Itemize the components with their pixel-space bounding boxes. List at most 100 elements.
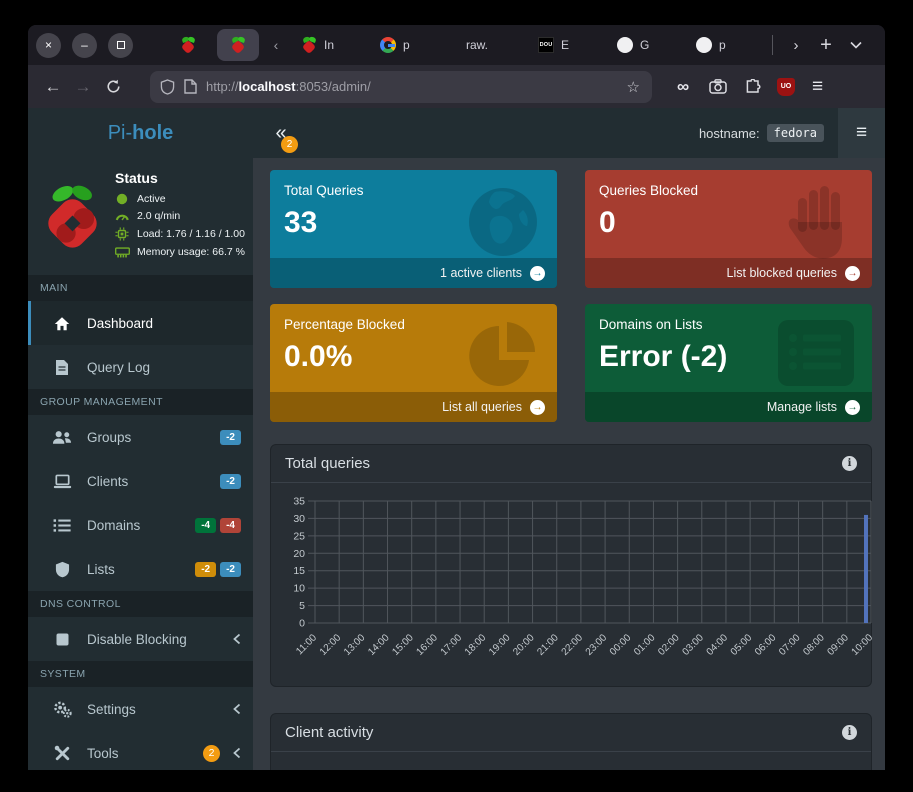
url-bar[interactable]: http://localhost:8053/admin/ ☆ [150,71,652,103]
tab-title: raw. [466,38,488,52]
svg-text:10: 10 [293,583,305,595]
firefox-menu-icon[interactable]: ≡ [812,76,823,98]
tab-title: p [403,38,410,52]
browser-tab[interactable]: In [289,29,368,61]
svg-text:09:00: 09:00 [825,632,851,658]
back-button[interactable]: ← [38,72,68,102]
sidebar-item-dashboard[interactable]: Dashboard [28,301,253,345]
tab-list: ‹ In p raw. DOUE Gp [171,29,763,61]
chevron-left-icon [232,633,241,645]
pihole-logo-text[interactable]: Pi-hole [28,108,253,158]
tab-title: G [640,38,649,52]
list-all-tabs-icon[interactable] [841,30,871,60]
browser-tab[interactable]: DOUE [526,29,605,61]
svg-text:22:00: 22:00 [560,632,586,658]
new-tab-button[interactable]: + [811,30,841,60]
header-menu-button[interactable]: ≡ [838,108,885,158]
list-icon [776,318,856,388]
info-icon[interactable]: i [842,725,857,740]
panel-title: Client activity [285,724,373,741]
svg-text:30: 30 [293,513,305,525]
sidebar-item-domains[interactable]: Domains-4-4 [28,503,253,547]
github-favicon-icon [696,37,712,53]
card-footer-label: List all queries [442,400,522,414]
sidebar-item-label: Settings [87,702,136,717]
active-tab-pihole[interactable] [217,29,259,61]
count-badge: -2 [220,430,241,445]
count-badge: -2 [220,562,241,577]
summary-card-queries-blocked: Queries Blocked0List blocked queries→ [585,170,872,288]
mask-extension-icon[interactable]: ∞ [672,76,694,98]
sidebar: Status Active2.0 q/minLoad: 1.76 / 1.16 … [28,158,253,770]
card-footer-link[interactable]: List all queries → [270,392,557,422]
tab-strip-actions: › + [772,30,871,60]
hostname-display: hostname: fedora [699,124,824,142]
scroll-tabs-right-icon[interactable]: › [781,30,811,60]
scroll-tabs-left-icon[interactable]: ‹ [263,37,289,53]
header-right: « 2 hostname: fedora ≡ [253,108,885,158]
reload-button[interactable] [98,72,128,102]
screenshot-camera-icon[interactable] [707,76,729,98]
extensions-puzzle-icon[interactable] [742,76,764,98]
sidebar-section-header: GROUP MANAGEMENT [28,389,253,415]
minimize-button[interactable]: – [72,33,97,58]
ublock-origin-icon[interactable]: UO [777,78,795,96]
svg-text:12:00: 12:00 [318,632,344,658]
sidebar-item-clients[interactable]: Clients-2 [28,459,253,503]
card-footer-link[interactable]: 1 active clients→ [270,258,557,288]
page-info-icon[interactable] [184,79,197,94]
summary-card-percentage-blocked: Percentage Blocked0.0%List all queries→ [270,304,557,422]
pihole-header: Pi-hole « 2 hostname: fedora ≡ [28,108,885,158]
pie-chart-icon [465,318,541,394]
browser-tab[interactable]: G [605,29,684,61]
gauge-icon [115,210,129,222]
arrow-circle-icon: → [845,400,860,415]
sidebar-item-groups[interactable]: Groups-2 [28,415,253,459]
status-item: Active [115,193,245,205]
svg-text:01:00: 01:00 [632,632,658,658]
notification-badge: 2 [203,745,220,762]
card-footer-link[interactable]: List blocked queries→ [585,258,872,288]
card-footer-link[interactable]: Manage lists→ [585,392,872,422]
count-badge: -2 [195,562,216,577]
maximize-button[interactable] [108,33,133,58]
toolbar-extensions: ∞ UO ≡ [672,76,823,98]
svg-text:04:00: 04:00 [705,632,731,658]
bookmark-star-icon[interactable]: ☆ [623,78,644,96]
info-icon[interactable]: i [842,456,857,471]
status-text: Memory usage: 66.7 % [137,246,245,258]
status-item: 2.0 q/min [115,210,245,222]
close-button[interactable]: × [36,33,61,58]
svg-text:17:00: 17:00 [439,632,465,658]
tracking-shield-icon[interactable] [160,79,175,95]
total-queries-chart[interactable]: 0510152025303511:0012:0013:0014:0015:001… [281,489,881,677]
svg-text:35: 35 [293,496,305,508]
tab-bar: × – ‹ In p raw. DOUE Gp › + [28,25,885,65]
svg-text:18:00: 18:00 [463,632,489,658]
memory-icon [115,247,130,258]
cpu-icon [115,227,129,241]
pihole-raspberry-logo [42,175,103,259]
browser-tab[interactable]: raw. [447,29,526,61]
sidebar-item-disable-blocking[interactable]: Disable Blocking [28,617,253,661]
status-dot-icon [116,193,128,205]
forward-button[interactable]: → [68,72,98,102]
sidebar-item-label: Dashboard [87,316,153,331]
pinned-tab-pihole[interactable] [171,37,205,53]
browser-tab[interactable]: p [684,29,763,61]
sidebar-item-query-log[interactable]: Query Log [28,345,253,389]
sidebar-item-label: Tools [87,746,119,761]
github-favicon-icon [617,37,633,53]
sidebar-collapse-toggle[interactable]: « 2 [267,108,295,158]
sidebar-item-lists[interactable]: Lists-2-2 [28,547,253,591]
arrow-circle-icon: → [530,400,545,415]
update-count-badge: 2 [281,136,298,153]
sidebar-item-tools[interactable]: Tools 2 [28,731,253,770]
pihole-favicon-icon [230,37,246,53]
sidebar-item-label: Clients [87,474,128,489]
sidebar-item-settings[interactable]: Settings [28,687,253,731]
query-bar[interactable] [864,515,868,623]
client-activity-panel: Client activity i [270,713,872,770]
browser-tab[interactable]: p [368,29,447,61]
main-content: Total Queries331 active clients→Queries … [253,158,885,770]
